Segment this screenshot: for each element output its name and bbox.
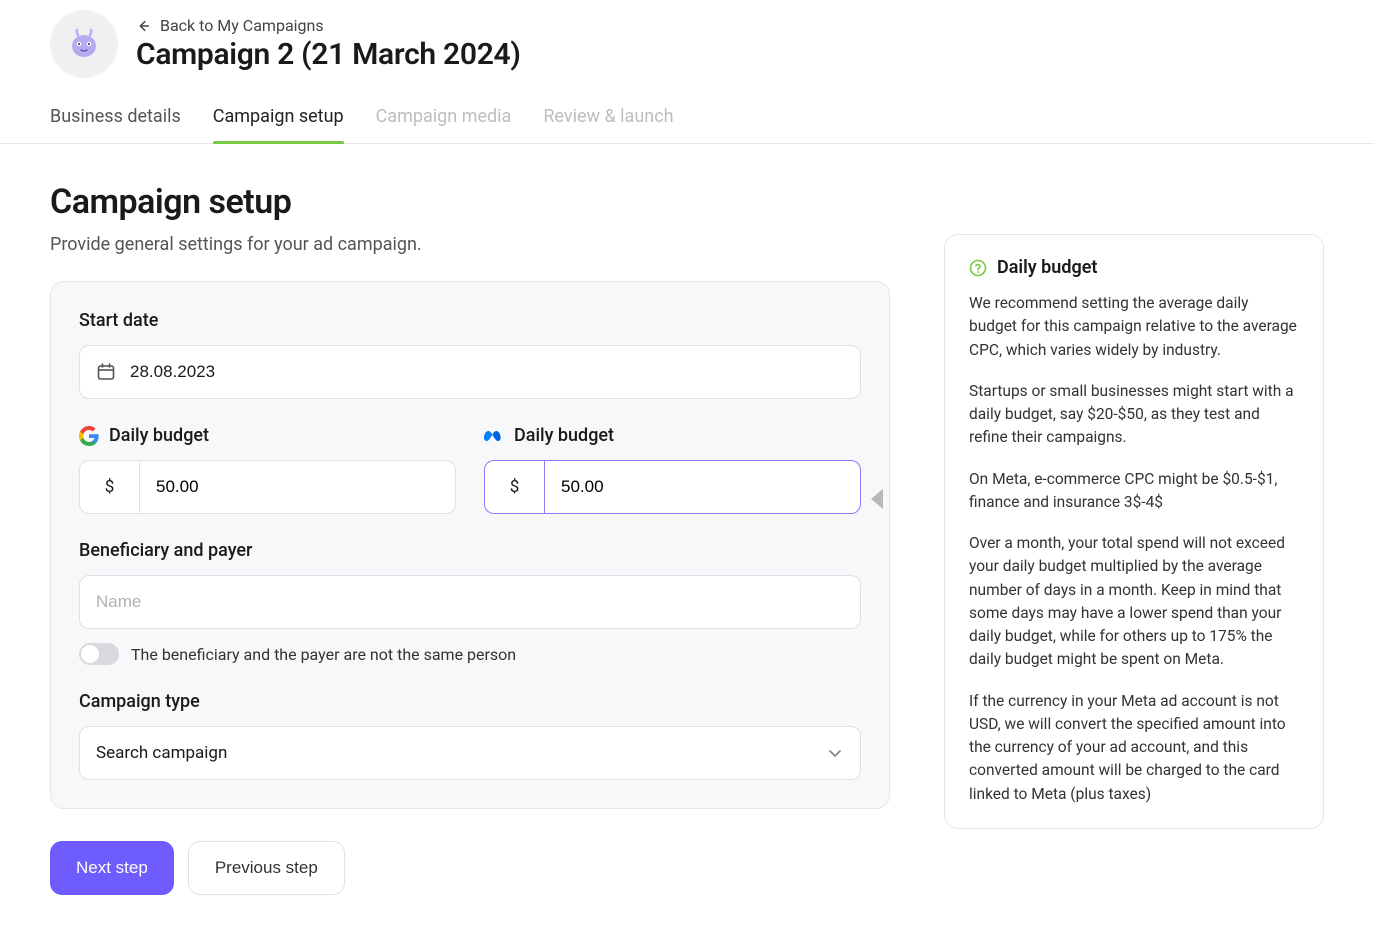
campaign-type-value: Search campaign <box>96 743 227 763</box>
meta-currency-symbol: $ <box>484 460 544 514</box>
avatar-mascot-icon <box>66 26 102 62</box>
google-icon <box>79 426 99 446</box>
page-title: Campaign setup <box>50 182 890 222</box>
info-paragraph: We recommend setting the average daily b… <box>969 292 1299 362</box>
campaign-title: Campaign 2 (21 March 2024) <box>136 37 521 72</box>
google-budget-label: Daily budget <box>109 425 209 446</box>
meta-budget-input[interactable]: $ <box>484 460 861 514</box>
tab-campaign-media: Campaign media <box>376 106 512 143</box>
beneficiary-toggle-label: The beneficiary and the payer are not th… <box>131 645 516 664</box>
google-budget-input[interactable]: $ <box>79 460 456 514</box>
wizard-tabs: Business details Campaign setup Campaign… <box>0 106 1374 144</box>
back-link-label: Back to My Campaigns <box>160 16 324 35</box>
info-paragraph: On Meta, e-commerce CPC might be $0.5-$1… <box>969 468 1299 515</box>
beneficiary-input[interactable] <box>79 575 861 629</box>
tab-business-details[interactable]: Business details <box>50 106 181 143</box>
next-step-button[interactable]: Next step <box>50 841 174 895</box>
back-to-campaigns-link[interactable]: Back to My Campaigns <box>136 16 521 35</box>
google-currency-symbol: $ <box>79 460 139 514</box>
daily-budget-info-panel: Daily budget We recommend setting the av… <box>944 234 1324 829</box>
campaign-avatar <box>50 10 118 78</box>
arrow-left-icon <box>136 19 150 33</box>
chevron-down-icon <box>826 744 844 762</box>
start-date-label: Start date <box>79 310 861 331</box>
info-panel-pointer-icon <box>871 489 883 509</box>
info-paragraph: Over a month, your total spend will not … <box>969 532 1299 672</box>
info-body: We recommend setting the average daily b… <box>969 292 1299 806</box>
info-title: Daily budget <box>997 257 1097 278</box>
beneficiary-label: Beneficiary and payer <box>79 540 861 561</box>
setup-form-card: Start date <box>50 281 890 809</box>
campaign-type-select[interactable]: Search campaign <box>79 726 861 780</box>
help-circle-icon <box>969 259 987 277</box>
campaign-type-label: Campaign type <box>79 691 861 712</box>
previous-step-button[interactable]: Previous step <box>188 841 345 895</box>
start-date-field[interactable] <box>130 362 844 382</box>
beneficiary-field[interactable] <box>96 592 844 612</box>
beneficiary-different-toggle[interactable] <box>79 643 119 665</box>
meta-icon <box>484 426 504 446</box>
page-subtitle: Provide general settings for your ad cam… <box>50 234 890 255</box>
meta-budget-field[interactable] <box>544 460 861 514</box>
info-paragraph: If the currency in your Meta ad account … <box>969 690 1299 806</box>
info-paragraph: Startups or small businesses might start… <box>969 380 1299 450</box>
start-date-input[interactable] <box>79 345 861 399</box>
meta-budget-label: Daily budget <box>514 425 614 446</box>
tab-review-launch: Review & launch <box>543 106 673 143</box>
tab-campaign-setup[interactable]: Campaign setup <box>213 106 344 143</box>
google-budget-field[interactable] <box>139 460 456 514</box>
calendar-icon <box>96 362 116 382</box>
